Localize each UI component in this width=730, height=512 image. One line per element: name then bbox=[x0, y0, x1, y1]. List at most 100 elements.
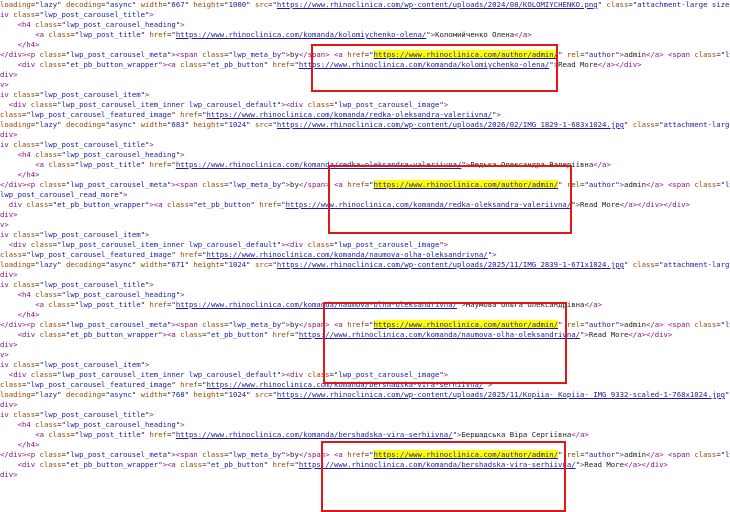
code-line: </h4> bbox=[0, 440, 730, 450]
plain-text: =" bbox=[580, 180, 589, 189]
plain-text: =" bbox=[219, 390, 229, 399]
link-url[interactable]: https://www.rhinoclinica.com/komanda/nau… bbox=[207, 250, 488, 259]
attribute-name: class bbox=[13, 410, 36, 419]
attribute-name: href bbox=[149, 300, 168, 309]
code-line: </h4> bbox=[0, 170, 730, 180]
link-url[interactable]: https://www.rhinoclinica.com/komanda/nau… bbox=[299, 330, 580, 339]
plain-text: =" bbox=[628, 0, 638, 9]
link-url[interactable]: https://www.rhinoclinica.com/komanda/ber… bbox=[299, 460, 576, 469]
attribute-value: lazy bbox=[39, 390, 58, 399]
attribute-value: lwp_post_carousel_item_inner lwp_carouse… bbox=[61, 240, 277, 249]
attribute-value: async bbox=[109, 0, 132, 9]
attribute-name: class bbox=[30, 100, 53, 109]
attribute-value: lwp_ bbox=[725, 320, 730, 329]
plain-text: =" bbox=[290, 60, 299, 69]
plain-text: =" bbox=[329, 100, 339, 109]
link-url[interactable]: https://www.rhinoclinica.com/komanda/nau… bbox=[176, 300, 457, 309]
highlighted-author-link[interactable]: https://www.rhinoclinica.com/author/admi… bbox=[373, 50, 559, 59]
attribute-value: lwp_post_title bbox=[79, 30, 141, 39]
code-line: </div><p class="lwp_post_carousel_meta">… bbox=[0, 320, 730, 330]
attribute-name: decoding bbox=[65, 120, 102, 129]
tag-token: </a> bbox=[514, 30, 532, 39]
plain-text: =" bbox=[329, 240, 339, 249]
link-url[interactable]: https://www.rhinoclinica.com/komanda/ber… bbox=[207, 380, 484, 389]
tag-token: div> bbox=[0, 70, 18, 79]
link-url[interactable]: https://www.rhinoclinica.com/komanda/kol… bbox=[176, 30, 426, 39]
link-url[interactable]: https://www.rhinoclinica.com/wp-content/… bbox=[277, 0, 598, 9]
attribute-value: author bbox=[588, 180, 616, 189]
plain-text: =" bbox=[654, 260, 664, 269]
attribute-name: href bbox=[180, 380, 198, 389]
plain-text: =" bbox=[61, 460, 71, 469]
code-line: div> bbox=[0, 130, 730, 140]
tag-token: <h4 bbox=[17, 420, 36, 429]
plain-text: by bbox=[290, 450, 299, 459]
tag-token: </div><p bbox=[0, 450, 40, 459]
attribute-name: rel bbox=[566, 450, 581, 459]
highlighted-author-link[interactable]: https://www.rhinoclinica.com/author/admi… bbox=[373, 320, 559, 329]
link-url[interactable]: https://www.rhinoclinica.com/komanda/ber… bbox=[176, 430, 453, 439]
attribute-name: class bbox=[39, 60, 62, 69]
plain-text: =" bbox=[716, 180, 726, 189]
highlighted-author-link[interactable]: https://www.rhinoclinica.com/author/admi… bbox=[373, 180, 559, 189]
attribute-name: class bbox=[39, 320, 62, 329]
plain-text: =" bbox=[290, 460, 299, 469]
plain-text: =" bbox=[202, 60, 211, 69]
link-url[interactable]: https://www.rhinoclinica.com/wp-content/… bbox=[277, 390, 725, 399]
attribute-name: href bbox=[272, 330, 291, 339]
plain-text: Наумова Ольга Олександрівна bbox=[465, 300, 585, 309]
attribute-name: class bbox=[39, 450, 62, 459]
attribute-name: class bbox=[202, 320, 225, 329]
tag-token: </a> bbox=[593, 160, 611, 169]
code-line: iv class="lwp_post_carousel_item"> bbox=[0, 90, 730, 100]
code-line: v> bbox=[0, 80, 730, 90]
attribute-value: lwp_post_carousel_meta bbox=[70, 50, 167, 59]
link-url[interactable]: https://www.rhinoclinica.com/komanda/kol… bbox=[299, 60, 549, 69]
attribute-name: href bbox=[272, 460, 291, 469]
attribute-name: class bbox=[0, 110, 22, 119]
plain-text: " bbox=[623, 260, 633, 269]
tag-token: iv bbox=[0, 140, 14, 149]
code-line: v> bbox=[0, 220, 730, 230]
attribute-value: lwp_ bbox=[725, 450, 730, 459]
code-line: div> bbox=[0, 470, 730, 480]
tag-token: v> bbox=[0, 220, 9, 229]
link-url[interactable]: https://www.rhinoclinica.com/wp-content/… bbox=[277, 120, 624, 129]
link-url[interactable]: https://www.rhinoclinica.com/wp-content/… bbox=[277, 260, 624, 269]
highlighted-author-link[interactable]: https://www.rhinoclinica.com/author/admi… bbox=[373, 450, 559, 459]
attribute-name: class bbox=[180, 60, 203, 69]
code-line: <a class="lwp_post_title" href="https://… bbox=[0, 430, 730, 440]
source-code-view: loading="lazy" decoding="async" width="6… bbox=[0, 0, 730, 512]
plain-text: =" bbox=[35, 410, 44, 419]
attribute-value: lwp_post_carousel_heading bbox=[65, 420, 176, 429]
attribute-name: href bbox=[180, 250, 198, 259]
link-url[interactable]: https://www.rhinoclinica.com/komanda/red… bbox=[176, 160, 462, 169]
plain-text: " bbox=[171, 110, 181, 119]
link-url[interactable]: https://www.rhinoclinica.com/komanda/red… bbox=[286, 200, 572, 209]
attribute-name: class bbox=[48, 160, 71, 169]
link-url[interactable]: https://www.rhinoclinica.com/komanda/red… bbox=[207, 110, 493, 119]
attribute-value: lwp_post_carousel_item bbox=[43, 230, 141, 239]
plain-text: =" bbox=[35, 140, 44, 149]
attribute-name: loading bbox=[0, 120, 31, 129]
plain-text: =" bbox=[101, 120, 110, 129]
tag-token: </a> bbox=[646, 320, 664, 329]
tag-token: > bbox=[145, 360, 150, 369]
plain-text: =" bbox=[580, 50, 589, 59]
plain-text: =" bbox=[21, 250, 31, 259]
tag-token: <div bbox=[17, 330, 40, 339]
plain-text: =" bbox=[52, 100, 62, 109]
plain-text: =" bbox=[61, 330, 71, 339]
attribute-value: lwp_post_carousel_title bbox=[43, 10, 145, 19]
tag-token: <a bbox=[334, 320, 348, 329]
attribute-name: class bbox=[13, 90, 36, 99]
attribute-name: src bbox=[254, 120, 269, 129]
plain-text: " bbox=[558, 180, 567, 189]
plain-text: =" bbox=[30, 260, 40, 269]
attribute-value: et_pb_button_wrapper bbox=[70, 60, 159, 69]
plain-text: =" bbox=[197, 250, 207, 259]
attribute-value: lwp_post_carousel_image bbox=[338, 370, 440, 379]
attribute-name: href bbox=[347, 320, 365, 329]
code-line: </div><p class="lwp_post_carousel_meta">… bbox=[0, 180, 730, 190]
plain-text: " bbox=[725, 390, 730, 399]
